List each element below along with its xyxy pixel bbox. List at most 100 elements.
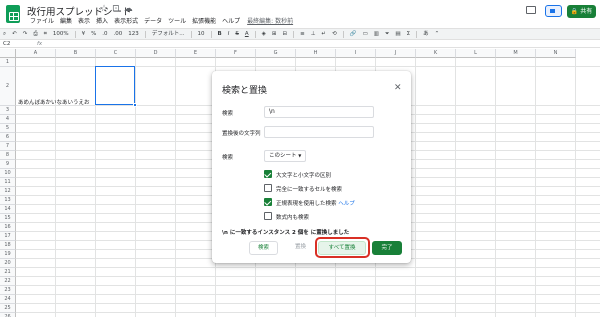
selected-cell-c2[interactable] <box>95 66 135 105</box>
cloud-status-icon[interactable]: ☁ <box>124 4 137 14</box>
help-link[interactable]: ヘルプ <box>338 201 355 207</box>
menu-edit[interactable]: 編集 <box>57 16 75 27</box>
text-color-button[interactable]: A <box>242 29 252 40</box>
menu-tools[interactable]: ツール <box>165 16 189 27</box>
redo-icon[interactable]: ↷ <box>20 29 31 40</box>
column-header-n[interactable]: N <box>536 49 576 58</box>
meet-button[interactable] <box>545 5 562 17</box>
column-header-a[interactable]: A <box>16 49 56 58</box>
row-header-11[interactable]: 11 <box>0 178 16 187</box>
row-header-3[interactable]: 3 <box>0 106 16 115</box>
percent-button[interactable]: % <box>88 29 99 40</box>
currency-button[interactable]: ¥ <box>79 29 89 40</box>
valign-icon[interactable]: ⊥ <box>308 29 319 40</box>
row-header-15[interactable]: 15 <box>0 214 16 223</box>
column-header-m[interactable]: M <box>496 49 536 58</box>
row-header-4[interactable]: 4 <box>0 115 16 124</box>
menu-extensions[interactable]: 拡張機能 <box>189 16 219 27</box>
paint-format-icon[interactable]: ⌗ <box>41 29 50 40</box>
last-edit-link[interactable]: 最終編集: 数秒前 <box>243 16 293 27</box>
column-header-k[interactable]: K <box>416 49 456 58</box>
font-size-select[interactable]: 10 <box>195 29 208 40</box>
collapse-toolbar-icon[interactable]: ⌃ <box>432 29 443 40</box>
search-menus-icon[interactable]: ⌕ <box>0 29 9 40</box>
row-header-6[interactable]: 6 <box>0 133 16 142</box>
undo-icon[interactable]: ↶ <box>9 29 20 40</box>
row-header-5[interactable]: 5 <box>0 124 16 133</box>
row-header-22[interactable]: 22 <box>0 277 16 286</box>
borders-icon[interactable]: ⊞ <box>269 29 280 40</box>
row-header-23[interactable]: 23 <box>0 286 16 295</box>
row-header-2[interactable]: 2 <box>0 67 16 106</box>
menu-insert[interactable]: 挿入 <box>93 16 111 27</box>
match-entire-cell-checkbox[interactable] <box>264 184 272 192</box>
row-header-20[interactable]: 20 <box>0 259 16 268</box>
functions-icon[interactable]: Σ <box>404 29 413 40</box>
row-header-24[interactable]: 24 <box>0 295 16 304</box>
menu-file[interactable]: ファイル <box>27 16 57 27</box>
bold-button[interactable]: B <box>215 29 225 40</box>
print-icon[interactable]: ⎙ <box>30 29 40 40</box>
comment-history-icon[interactable] <box>526 6 536 14</box>
row-header-1[interactable]: 1 <box>0 58 16 67</box>
increase-decimal-button[interactable]: .00 <box>111 29 126 40</box>
row-header-13[interactable]: 13 <box>0 196 16 205</box>
fill-color-icon[interactable]: ◈ <box>259 29 269 40</box>
star-icon[interactable]: ☆ <box>100 4 112 14</box>
row-header-18[interactable]: 18 <box>0 241 16 250</box>
italic-button[interactable]: I <box>225 29 233 40</box>
row-header-7[interactable]: 7 <box>0 142 16 151</box>
row-header-12[interactable]: 12 <box>0 187 16 196</box>
column-header-h[interactable]: H <box>296 49 336 58</box>
merge-cells-icon[interactable]: ⊟ <box>279 29 290 40</box>
number-format-select[interactable]: 123 <box>125 29 142 40</box>
strikethrough-button[interactable]: S <box>232 29 242 40</box>
wrap-icon[interactable]: ↵ <box>319 29 330 40</box>
fill-handle[interactable] <box>133 103 137 107</box>
zoom-select[interactable]: 100% <box>50 29 72 40</box>
column-header-d[interactable]: D <box>136 49 176 58</box>
search-formulas-checkbox[interactable] <box>264 212 272 220</box>
font-select[interactable]: デフォルト... <box>149 29 188 40</box>
column-header-c[interactable]: C <box>96 49 136 58</box>
row-header-26[interactable]: 26 <box>0 313 16 317</box>
column-header-l[interactable]: L <box>456 49 496 58</box>
select-all-corner[interactable] <box>0 49 16 58</box>
input-tools-button[interactable]: あ <box>420 29 432 40</box>
name-box[interactable]: C2 <box>3 40 10 48</box>
find-input[interactable]: \n <box>264 106 374 118</box>
rotate-icon[interactable]: ⟲ <box>329 29 340 40</box>
match-case-checkbox[interactable] <box>264 170 272 178</box>
row-header-10[interactable]: 10 <box>0 169 16 178</box>
decrease-decimal-button[interactable]: .0 <box>99 29 110 40</box>
row-header-8[interactable]: 8 <box>0 151 16 160</box>
row-header-14[interactable]: 14 <box>0 205 16 214</box>
row-header-17[interactable]: 17 <box>0 232 16 241</box>
menu-help[interactable]: ヘルプ <box>219 16 243 27</box>
comment-icon[interactable]: ▭ <box>360 29 371 40</box>
cell-a2[interactable]: あめんぼあかいなあいうえお <box>18 98 90 106</box>
regex-checkbox[interactable] <box>264 198 272 206</box>
column-header-e[interactable]: E <box>176 49 216 58</box>
filter-icon[interactable]: ⏷ <box>382 29 392 40</box>
column-header-b[interactable]: B <box>56 49 96 58</box>
menu-view[interactable]: 表示 <box>75 16 93 27</box>
menu-format[interactable]: 表示形式 <box>111 16 141 27</box>
move-folder-icon[interactable]: ⊡ <box>112 4 124 14</box>
row-header-19[interactable]: 19 <box>0 250 16 259</box>
align-icon[interactable]: ≡ <box>297 29 308 40</box>
menu-data[interactable]: データ <box>141 16 165 27</box>
link-icon[interactable]: 🔗 <box>347 29 360 40</box>
row-header-9[interactable]: 9 <box>0 160 16 169</box>
row-header-16[interactable]: 16 <box>0 223 16 232</box>
column-header-f[interactable]: F <box>216 49 256 58</box>
column-header-i[interactable]: I <box>336 49 376 58</box>
scope-select[interactable]: このシート ▼ <box>264 150 306 162</box>
sheets-logo-icon[interactable] <box>6 5 20 23</box>
chart-icon[interactable]: ▥ <box>371 29 382 40</box>
done-button[interactable]: 完了 <box>372 241 402 255</box>
replace-button[interactable]: 置換 <box>290 241 311 255</box>
row-header-25[interactable]: 25 <box>0 304 16 313</box>
find-button[interactable]: 検索 <box>249 241 278 255</box>
close-icon[interactable]: ✕ <box>394 84 402 93</box>
